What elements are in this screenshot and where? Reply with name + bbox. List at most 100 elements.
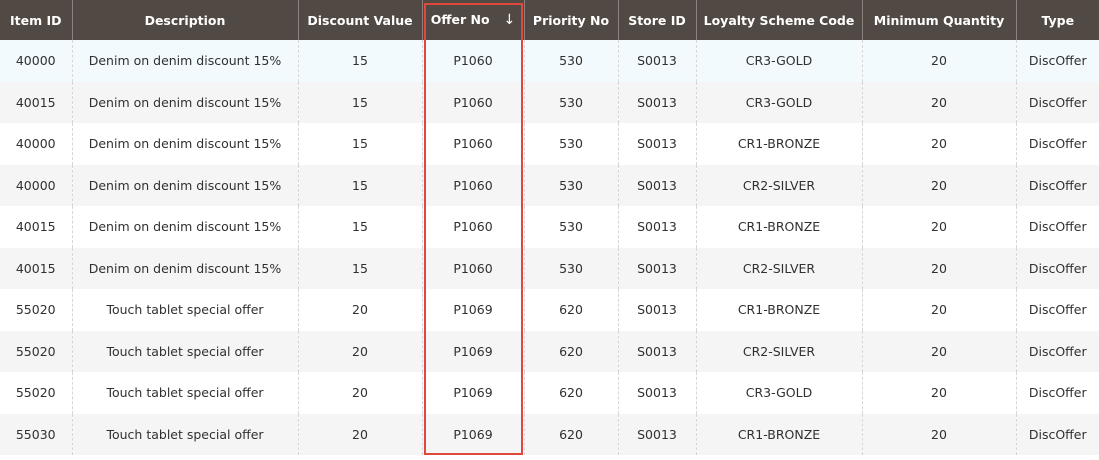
cell-offer-no: P1069: [421, 330, 524, 372]
cell-offer-no: P1069: [421, 372, 524, 414]
cell-minimum-quantity: 20: [861, 330, 1016, 372]
cell-type: DiscOffer: [1015, 330, 1099, 372]
table-row[interactable]: 55020 Touch tablet special offer 20 P1069 62…: [0, 372, 1099, 414]
column-header-discount-value[interactable]: Discount Value: [297, 0, 422, 40]
cell-offer-no: P1060: [421, 123, 524, 165]
cell-minimum-quantity: 20: [861, 164, 1016, 206]
column-header-loyalty-scheme-code[interactable]: Loyalty Scheme Code: [695, 0, 862, 40]
cell-offer-no: P1060: [421, 81, 524, 123]
column-header-offer-no[interactable]: Offer No ↓: [421, 0, 524, 40]
table-row[interactable]: 40000 Denim on denim discount 15% 15 P1060 5…: [0, 123, 1099, 165]
cell-type: DiscOffer: [1015, 247, 1099, 289]
cell-minimum-quantity: 20: [861, 123, 1016, 165]
table-row[interactable]: 40000 Denim on denim discount 15% 15 P1060 5…: [0, 40, 1099, 82]
cell-item-id: 40015: [0, 247, 72, 289]
cell-loyalty-scheme-code: CR1-BRONZE: [695, 289, 862, 331]
cell-loyalty-scheme-code: CR2-SILVER: [695, 164, 862, 206]
cell-loyalty-scheme-code: CR3-GOLD: [695, 40, 862, 82]
cell-store-id: S0013: [617, 289, 696, 331]
cell-discount-value: 20: [297, 413, 422, 455]
cell-description: Denim on denim discount 15%: [71, 247, 298, 289]
cell-minimum-quantity: 20: [861, 413, 1016, 455]
cell-discount-value: 15: [297, 247, 422, 289]
cell-offer-no: P1069: [421, 289, 524, 331]
table-row[interactable]: 40000 Denim on denim discount 15% 15 P1060 5…: [0, 164, 1099, 206]
cell-offer-no: P1060: [421, 40, 524, 82]
cell-store-id: S0013: [617, 164, 696, 206]
cell-item-id: 55020: [0, 330, 72, 372]
cell-type: DiscOffer: [1015, 206, 1099, 248]
cell-store-id: S0013: [617, 372, 696, 414]
cell-store-id: S0013: [617, 123, 696, 165]
table-body: 40000 Denim on denim discount 15% 15 P1060 5…: [0, 40, 1099, 455]
column-header-item-id[interactable]: Item ID: [0, 0, 72, 40]
data-grid: Item ID Description Discount Value Offer…: [0, 0, 1099, 460]
cell-minimum-quantity: 20: [861, 247, 1016, 289]
cell-priority-no: 530: [523, 164, 618, 206]
sort-descending-icon[interactable]: ↓: [504, 12, 516, 28]
cell-priority-no: 530: [523, 247, 618, 289]
cell-priority-no: 620: [523, 289, 618, 331]
cell-offer-no: P1060: [421, 247, 524, 289]
cell-offer-no: P1060: [421, 206, 524, 248]
table-row[interactable]: 40015 Denim on denim discount 15% 15 P1060 5…: [0, 81, 1099, 123]
cell-item-id: 55030: [0, 413, 72, 455]
column-header-priority-no[interactable]: Priority No: [523, 0, 618, 40]
cell-description: Denim on denim discount 15%: [71, 164, 298, 206]
cell-description: Touch tablet special offer: [71, 330, 298, 372]
cell-item-id: 55020: [0, 289, 72, 331]
table-row[interactable]: 40015 Denim on denim discount 15% 15 P1060 5…: [0, 247, 1099, 289]
cell-offer-no: P1069: [421, 413, 524, 455]
column-header-description[interactable]: Description: [71, 0, 298, 40]
cell-description: Denim on denim discount 15%: [71, 206, 298, 248]
cell-description: Touch tablet special offer: [71, 289, 298, 331]
column-header-store-id[interactable]: Store ID: [617, 0, 696, 40]
cell-priority-no: 620: [523, 372, 618, 414]
cell-priority-no: 620: [523, 330, 618, 372]
table-row[interactable]: 55020 Touch tablet special offer 20 P1069 62…: [0, 289, 1099, 331]
cell-type: DiscOffer: [1015, 413, 1099, 455]
cell-type: DiscOffer: [1015, 289, 1099, 331]
cell-store-id: S0013: [617, 413, 696, 455]
cell-priority-no: 530: [523, 40, 618, 82]
cell-item-id: 40000: [0, 40, 72, 82]
cell-priority-no: 530: [523, 123, 618, 165]
cell-store-id: S0013: [617, 81, 696, 123]
header-row: Item ID Description Discount Value Offer…: [0, 0, 1099, 40]
cell-discount-value: 20: [297, 289, 422, 331]
cell-item-id: 40015: [0, 206, 72, 248]
cell-item-id: 55020: [0, 372, 72, 414]
table-row[interactable]: 40015 Denim on denim discount 15% 15 P1060 5…: [0, 206, 1099, 248]
table-row[interactable]: 55020 Touch tablet special offer 20 P1069 62…: [0, 330, 1099, 372]
cell-loyalty-scheme-code: CR1-BRONZE: [695, 206, 862, 248]
cell-priority-no: 620: [523, 413, 618, 455]
cell-type: DiscOffer: [1015, 164, 1099, 206]
cell-type: DiscOffer: [1015, 372, 1099, 414]
cell-priority-no: 530: [523, 81, 618, 123]
cell-store-id: S0013: [617, 247, 696, 289]
cell-offer-no: P1060: [421, 164, 524, 206]
cell-description: Denim on denim discount 15%: [71, 40, 298, 82]
cell-store-id: S0013: [617, 206, 696, 248]
cell-item-id: 40000: [0, 123, 72, 165]
cell-discount-value: 20: [297, 372, 422, 414]
cell-description: Denim on denim discount 15%: [71, 81, 298, 123]
table-row[interactable]: 55030 Touch tablet special offer 20 P1069 62…: [0, 413, 1099, 455]
cell-type: DiscOffer: [1015, 81, 1099, 123]
cell-type: DiscOffer: [1015, 123, 1099, 165]
offers-table: Item ID Description Discount Value Offer…: [0, 0, 1099, 455]
cell-type: DiscOffer: [1015, 40, 1099, 82]
cell-minimum-quantity: 20: [861, 372, 1016, 414]
cell-description: Denim on denim discount 15%: [71, 123, 298, 165]
cell-loyalty-scheme-code: CR3-GOLD: [695, 81, 862, 123]
cell-loyalty-scheme-code: CR2-SILVER: [695, 247, 862, 289]
cell-minimum-quantity: 20: [861, 40, 1016, 82]
column-header-type[interactable]: Type: [1015, 0, 1099, 40]
cell-minimum-quantity: 20: [861, 81, 1016, 123]
cell-discount-value: 20: [297, 330, 422, 372]
cell-discount-value: 15: [297, 164, 422, 206]
cell-discount-value: 15: [297, 40, 422, 82]
cell-minimum-quantity: 20: [861, 206, 1016, 248]
cell-loyalty-scheme-code: CR1-BRONZE: [695, 413, 862, 455]
column-header-minimum-quantity[interactable]: Minimum Quantity: [861, 0, 1016, 40]
